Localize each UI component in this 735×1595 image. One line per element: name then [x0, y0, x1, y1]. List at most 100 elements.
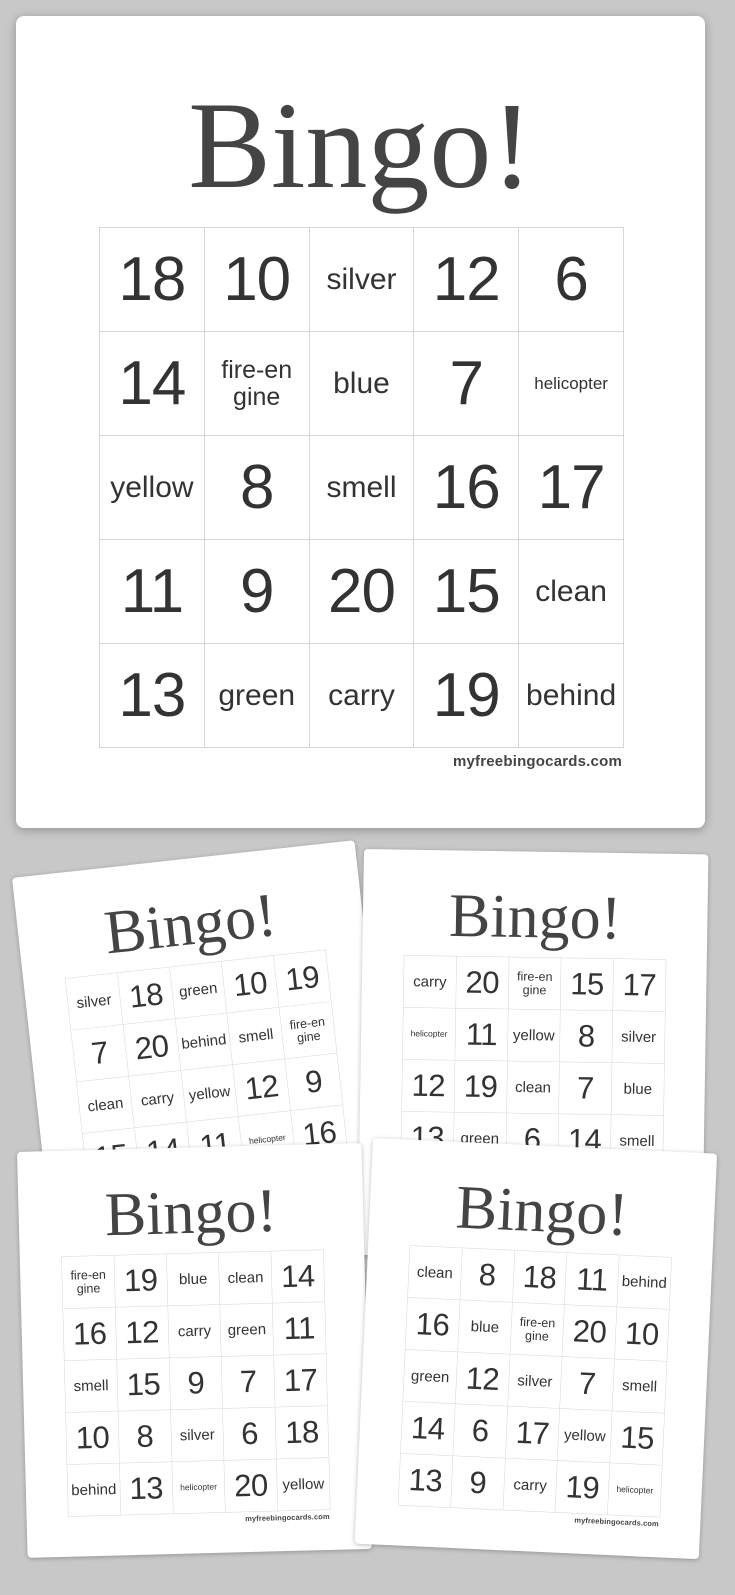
bingo-cell[interactable]: green [204, 644, 310, 748]
bingo-cell[interactable]: fire-engine [61, 1255, 116, 1309]
bingo-cell[interactable]: carry [403, 955, 457, 1009]
bingo-cell[interactable]: yellow [180, 1064, 239, 1123]
bingo-cell[interactable]: 15 [116, 1358, 171, 1412]
bingo-cell[interactable]: 15 [560, 958, 614, 1011]
bingo-cell[interactable]: 17 [519, 436, 624, 540]
bingo-cell[interactable]: yellow [276, 1457, 331, 1512]
bingo-cell[interactable]: 6 [222, 1407, 277, 1461]
bingo-cell[interactable]: 19 [414, 644, 520, 748]
bingo-cell[interactable]: fire-engine [279, 1001, 338, 1060]
bingo-cell[interactable]: 13 [398, 1453, 454, 1508]
bingo-cell[interactable]: 7 [414, 332, 520, 436]
bingo-cell[interactable]: 7 [559, 1062, 613, 1115]
bingo-cell[interactable]: behind [175, 1013, 234, 1071]
bingo-cell[interactable]: 9 [450, 1455, 506, 1511]
bingo-cell[interactable]: 9 [204, 540, 310, 644]
bingo-cell[interactable]: green [220, 1303, 275, 1357]
bingo-cell[interactable]: 7 [560, 1356, 615, 1412]
bingo-cell[interactable]: 20 [309, 540, 415, 644]
bingo-cell[interactable]: 14 [100, 332, 205, 436]
bingo-cell[interactable]: green [403, 1349, 458, 1405]
bingo-cell[interactable]: 16 [414, 436, 520, 540]
bingo-cell[interactable]: 15 [414, 540, 520, 644]
bingo-cell[interactable]: 20 [224, 1459, 279, 1513]
bingo-cell[interactable]: 7 [71, 1024, 129, 1083]
bingo-cell[interactable]: silver [65, 973, 124, 1031]
bingo-cell[interactable]: 20 [123, 1018, 181, 1077]
bingo-cell[interactable]: smell [64, 1359, 119, 1413]
bingo-cell[interactable]: 14 [400, 1401, 456, 1456]
bingo-cell[interactable]: carry [128, 1070, 187, 1129]
bingo-cell[interactable]: behind [67, 1463, 121, 1517]
bingo-cell[interactable]: silver [170, 1408, 225, 1463]
bingo-cell[interactable]: 16 [63, 1307, 117, 1361]
bingo-cell[interactable]: 8 [559, 1010, 614, 1063]
bingo-cell[interactable]: 9 [169, 1356, 223, 1411]
bingo-cell[interactable]: helicopter [607, 1463, 663, 1518]
bingo-cell[interactable]: smell [612, 1359, 668, 1414]
bingo-cell[interactable]: 19 [454, 1060, 508, 1114]
bingo-cell[interactable]: yellow [100, 436, 205, 540]
bingo-cell[interactable]: 6 [519, 228, 624, 332]
bingo-cell[interactable]: 12 [401, 1059, 456, 1113]
bingo-cell[interactable]: 11 [272, 1301, 327, 1356]
bingo-cell[interactable]: 19 [273, 950, 332, 1008]
bingo-cell[interactable]: clean [506, 1061, 560, 1115]
bingo-cell[interactable]: 10 [614, 1307, 670, 1362]
bingo-cell[interactable]: fire-engine [508, 957, 562, 1011]
bingo-cell[interactable]: blue [166, 1252, 221, 1307]
bingo-cell[interactable]: silver [612, 1010, 666, 1064]
bingo-cell[interactable]: 7 [221, 1355, 276, 1409]
bingo-cell[interactable]: smell [309, 436, 415, 540]
bingo-cell[interactable]: clean [519, 540, 624, 644]
bingo-cell[interactable]: green [169, 961, 228, 1019]
bingo-cell[interactable]: 12 [233, 1059, 291, 1117]
bingo-cell[interactable]: helicopter [519, 332, 624, 436]
bingo-cell[interactable]: 10 [65, 1411, 120, 1465]
bingo-cell[interactable]: 13 [119, 1462, 174, 1516]
bingo-cell[interactable]: 10 [221, 955, 280, 1014]
bingo-cell[interactable]: 12 [414, 228, 520, 332]
bingo-cell[interactable]: smell [227, 1007, 286, 1065]
bingo-cell[interactable]: 8 [204, 436, 310, 540]
bingo-cell[interactable]: 18 [275, 1405, 330, 1460]
bingo-cell[interactable]: 19 [555, 1460, 611, 1516]
bingo-cell[interactable]: 11 [564, 1252, 620, 1308]
bingo-cell[interactable]: 8 [118, 1410, 172, 1464]
bingo-cell[interactable]: 11 [100, 540, 205, 644]
bingo-cell[interactable]: clean [76, 1076, 135, 1134]
bingo-cell[interactable]: yellow [557, 1408, 613, 1464]
bingo-cell[interactable]: 18 [512, 1250, 568, 1305]
bingo-cell[interactable]: blue [457, 1300, 513, 1355]
bingo-cell[interactable]: 6 [453, 1404, 508, 1459]
bingo-cell[interactable]: behind [519, 644, 624, 748]
bingo-cell[interactable]: 20 [562, 1304, 618, 1360]
bingo-cell[interactable]: blue [309, 332, 415, 436]
bingo-cell[interactable]: carry [503, 1458, 558, 1513]
bingo-cell[interactable]: 17 [613, 958, 667, 1012]
bingo-cell[interactable]: 12 [115, 1306, 170, 1360]
bingo-cell[interactable]: helicopter [171, 1460, 226, 1515]
bingo-cell[interactable]: 8 [460, 1248, 515, 1303]
bingo-cell[interactable]: 10 [204, 228, 310, 332]
bingo-cell[interactable]: 13 [100, 644, 205, 748]
bingo-cell[interactable]: 17 [274, 1353, 328, 1408]
bingo-cell[interactable]: carry [309, 644, 415, 748]
bingo-cell[interactable]: carry [167, 1304, 222, 1359]
bingo-cell[interactable]: helicopter [402, 1007, 456, 1061]
bingo-cell[interactable]: 17 [505, 1406, 561, 1461]
bingo-cell[interactable]: 18 [117, 967, 176, 1025]
bingo-cell[interactable]: fire-engine [510, 1302, 565, 1357]
bingo-cell[interactable]: 18 [100, 228, 205, 332]
bingo-cell[interactable]: 16 [405, 1297, 461, 1353]
bingo-cell[interactable]: 15 [610, 1411, 665, 1466]
bingo-cell[interactable]: clean [407, 1245, 463, 1301]
bingo-cell[interactable]: 9 [285, 1053, 343, 1111]
bingo-cell[interactable]: fire-engine [204, 332, 310, 436]
bingo-cell[interactable]: silver [309, 228, 415, 332]
bingo-cell[interactable]: 11 [455, 1008, 509, 1062]
bingo-cell[interactable]: 19 [114, 1254, 168, 1308]
bingo-cell[interactable]: 14 [271, 1250, 326, 1304]
bingo-cell[interactable]: silver [507, 1354, 563, 1409]
bingo-cell[interactable]: blue [611, 1062, 665, 1116]
